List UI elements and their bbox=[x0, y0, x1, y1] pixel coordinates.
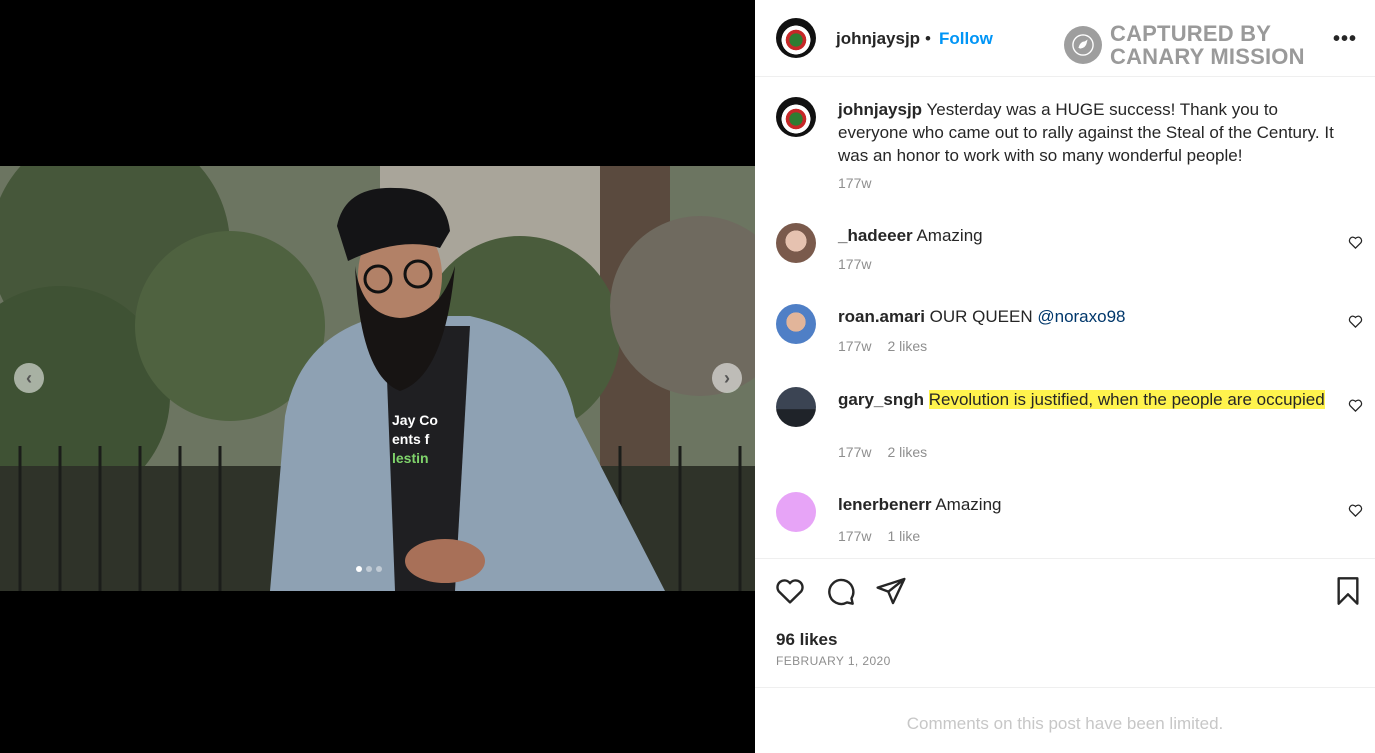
shirt-text-line: ents f bbox=[392, 431, 430, 447]
watermark-line-1: CAPTURED BY bbox=[1110, 21, 1272, 46]
comment-username[interactable]: roan.amari bbox=[838, 307, 925, 326]
comment-meta: 177w 2 likes bbox=[838, 444, 927, 460]
carousel-dot bbox=[366, 566, 372, 572]
header-separator: • bbox=[925, 29, 931, 48]
commenter-avatar[interactable] bbox=[776, 492, 816, 532]
caption-time[interactable]: 177w bbox=[838, 175, 871, 191]
comments-list[interactable]: johnjaysjp Yesterday was a HUGE success!… bbox=[755, 78, 1375, 558]
post-media: Jay Co ents f lestin ‹ › bbox=[0, 0, 755, 753]
comment-likes[interactable]: 2 likes bbox=[887, 338, 927, 354]
comment-text: lenerbenerr Amazing bbox=[838, 493, 1338, 516]
comments-limited-notice: Comments on this post have been limited. bbox=[906, 714, 1224, 733]
heart-icon[interactable] bbox=[774, 575, 806, 607]
comment-text: roan.amari OUR QUEEN @noraxo98 bbox=[838, 305, 1338, 328]
comment-time[interactable]: 177w bbox=[838, 338, 871, 354]
comment-username[interactable]: _hadeeer bbox=[838, 226, 913, 245]
comment-like-heart-icon[interactable] bbox=[1348, 314, 1363, 329]
comment-body: OUR QUEEN bbox=[929, 307, 1038, 326]
carousel-dots bbox=[356, 566, 382, 572]
post-photo-image bbox=[0, 166, 755, 591]
comment-text: gary_sngh Revolution is justified, when … bbox=[838, 388, 1338, 411]
bookmark-icon[interactable] bbox=[1332, 575, 1364, 607]
carousel-dot bbox=[356, 566, 362, 572]
post-date[interactable]: FEBRUARY 1, 2020 bbox=[776, 654, 891, 668]
comment-body: Amazing bbox=[935, 495, 1002, 514]
comment-username[interactable]: lenerbenerr bbox=[838, 495, 932, 514]
comment-icon[interactable] bbox=[824, 575, 856, 607]
shirt-text: Jay Co ents f lestin bbox=[392, 411, 438, 468]
commenter-avatar[interactable] bbox=[776, 304, 816, 344]
shirt-text-line: Jay Co bbox=[392, 412, 438, 428]
comment-body-highlighted: Revolution is justified, when the people… bbox=[928, 390, 1325, 409]
comment-text: _hadeeer Amazing bbox=[838, 224, 1338, 247]
comment-username[interactable]: gary_sngh bbox=[838, 390, 924, 409]
post-header: johnjaysjp • Follow CAPTURED BY CANARY M… bbox=[755, 0, 1375, 77]
comment-likes[interactable]: 2 likes bbox=[887, 444, 927, 460]
comment-like-heart-icon[interactable] bbox=[1348, 398, 1363, 413]
comment-time[interactable]: 177w bbox=[838, 528, 871, 544]
carousel-prev-button[interactable]: ‹ bbox=[14, 363, 44, 393]
commenter-avatar[interactable] bbox=[776, 387, 816, 427]
watermark-line-2: CANARY MISSION bbox=[1110, 44, 1305, 69]
commenter-avatar[interactable] bbox=[776, 223, 816, 263]
caption-username[interactable]: johnjaysjp bbox=[838, 100, 922, 119]
comment-mention-link[interactable]: @noraxo98 bbox=[1037, 307, 1125, 326]
follow-button[interactable]: Follow bbox=[939, 29, 993, 49]
comment-meta: 177w 1 like bbox=[838, 528, 920, 544]
comment-time[interactable]: 177w bbox=[838, 444, 871, 460]
comment-like-heart-icon[interactable] bbox=[1348, 235, 1363, 250]
post-panel: johnjaysjp • Follow CAPTURED BY CANARY M… bbox=[755, 0, 1375, 753]
share-icon[interactable] bbox=[875, 575, 907, 607]
caption-text: johnjaysjp Yesterday was a HUGE success!… bbox=[838, 98, 1338, 167]
watermark-text: CAPTURED BY CANARY MISSION bbox=[1110, 22, 1305, 68]
watermark: CAPTURED BY CANARY MISSION bbox=[1064, 22, 1305, 68]
more-options-icon[interactable]: ••• bbox=[1333, 28, 1357, 51]
author-avatar[interactable] bbox=[776, 18, 816, 58]
carousel-next-button[interactable]: › bbox=[712, 363, 742, 393]
shirt-text-line: lestin bbox=[392, 450, 429, 466]
comment-time[interactable]: 177w bbox=[838, 256, 871, 272]
carousel-dot bbox=[376, 566, 382, 572]
comment-body: Amazing bbox=[916, 226, 983, 245]
comment-meta: 177w 2 likes bbox=[838, 338, 927, 354]
comment-like-heart-icon[interactable] bbox=[1348, 503, 1363, 518]
caption-avatar[interactable] bbox=[776, 97, 816, 137]
likes-count[interactable]: 96 likes bbox=[776, 630, 837, 650]
post-actions: 96 likes FEBRUARY 1, 2020 bbox=[755, 558, 1375, 688]
comment-meta: 177w bbox=[838, 256, 871, 272]
caption-meta: 177w bbox=[838, 175, 871, 191]
canary-bird-icon bbox=[1064, 26, 1102, 64]
comment-likes[interactable]: 1 like bbox=[887, 528, 920, 544]
author-username[interactable]: johnjaysjp bbox=[836, 29, 920, 49]
post-photo: Jay Co ents f lestin bbox=[0, 166, 755, 591]
